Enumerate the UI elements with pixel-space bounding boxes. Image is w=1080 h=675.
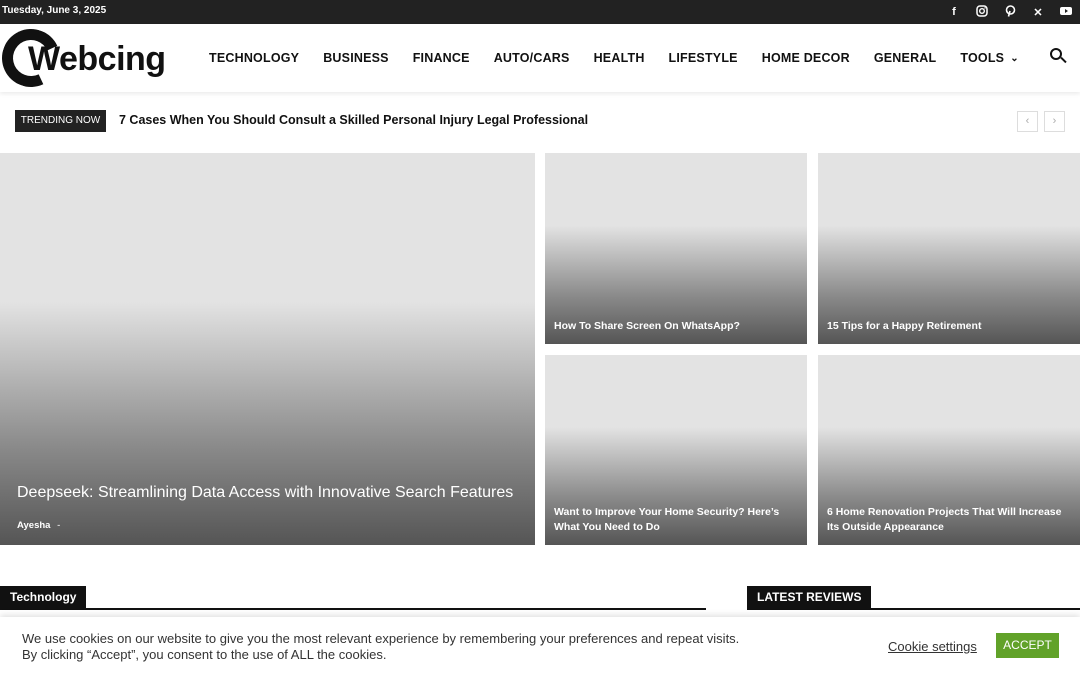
trending-next-button[interactable]: ›	[1044, 111, 1065, 132]
author-name[interactable]: Ayesha	[17, 520, 50, 531]
site-logo[interactable]: Webcing	[0, 20, 170, 96]
top-bar: Tuesday, June 3, 2025 f ✕	[0, 0, 1080, 24]
pinterest-icon[interactable]	[996, 4, 1024, 20]
nav-tools-label: TOOLS	[960, 51, 1005, 65]
section-technology-label[interactable]: Technology	[0, 586, 87, 608]
featured-tile-3[interactable]: Want to Improve Your Home Security? Here…	[545, 355, 807, 545]
section-latest-reviews-label: LATEST REVIEWS	[747, 586, 872, 608]
nav-item-health[interactable]: HEALTH	[594, 51, 645, 65]
nav-item-general[interactable]: GENERAL	[874, 51, 937, 65]
featured-tile-2[interactable]: 15 Tips for a Happy Retirement	[818, 153, 1080, 344]
nav-item-auto-cars[interactable]: AUTO/CARS	[494, 51, 570, 65]
cookie-message: We use cookies on our website to give yo…	[22, 631, 740, 662]
featured-main-meta: Ayesha -	[17, 520, 60, 531]
instagram-icon[interactable]	[968, 4, 996, 20]
nav-item-business[interactable]: BUSINESS	[323, 51, 389, 65]
cookie-accept-button[interactable]: ACCEPT	[996, 633, 1059, 658]
youtube-icon[interactable]	[1052, 6, 1080, 19]
tile-title[interactable]: 15 Tips for a Happy Retirement	[827, 319, 1071, 334]
section-technology: Technology	[0, 586, 706, 610]
nav-item-finance[interactable]: FINANCE	[413, 51, 470, 65]
search-icon[interactable]	[1048, 46, 1068, 66]
featured-main-article[interactable]: Deepseek: Streamlining Data Access with …	[0, 153, 535, 545]
tile-title[interactable]: How To Share Screen On WhatsApp?	[554, 319, 798, 334]
featured-main-title[interactable]: Deepseek: Streamlining Data Access with …	[17, 483, 526, 503]
current-date: Tuesday, June 3, 2025	[2, 5, 107, 16]
nav-item-home-decor[interactable]: HOME DECOR	[762, 51, 850, 65]
cookie-settings-link[interactable]: Cookie settings	[888, 639, 977, 654]
tile-title[interactable]: 6 Home Renovation Projects That Will Inc…	[827, 505, 1071, 535]
chevron-down-icon: ⌄	[1010, 52, 1019, 64]
trending-prev-button[interactable]: ‹	[1017, 111, 1038, 132]
nav-item-tools[interactable]: TOOLS ⌄	[960, 51, 1018, 65]
tile-title[interactable]: Want to Improve Your Home Security? Here…	[554, 505, 798, 535]
section-latest-reviews: LATEST REVIEWS	[747, 586, 1080, 610]
featured-tile-4[interactable]: 6 Home Renovation Projects That Will Inc…	[818, 355, 1080, 545]
meta-separator: -	[57, 520, 61, 531]
nav-item-technology[interactable]: TECHNOLOGY	[209, 51, 299, 65]
trending-badge: TRENDING NOW	[15, 110, 106, 132]
cookie-consent-bar: We use cookies on our website to give yo…	[0, 617, 1080, 675]
featured-tile-1[interactable]: How To Share Screen On WhatsApp?	[545, 153, 807, 344]
x-icon[interactable]: ✕	[1024, 6, 1052, 19]
facebook-icon[interactable]: f	[940, 6, 968, 18]
nav-item-lifestyle[interactable]: LIFESTYLE	[669, 51, 738, 65]
main-nav: TECHNOLOGY BUSINESS FINANCE AUTO/CARS HE…	[197, 24, 1031, 92]
trending-bar: TRENDING NOW 7 Cases When You Should Con…	[15, 110, 1065, 132]
site-header: Webcing TECHNOLOGY BUSINESS FINANCE AUTO…	[0, 20, 1080, 96]
social-links: f ✕	[940, 0, 1080, 24]
logo-text: Webcing	[28, 40, 166, 78]
trending-title[interactable]: 7 Cases When You Should Consult a Skille…	[119, 113, 588, 127]
